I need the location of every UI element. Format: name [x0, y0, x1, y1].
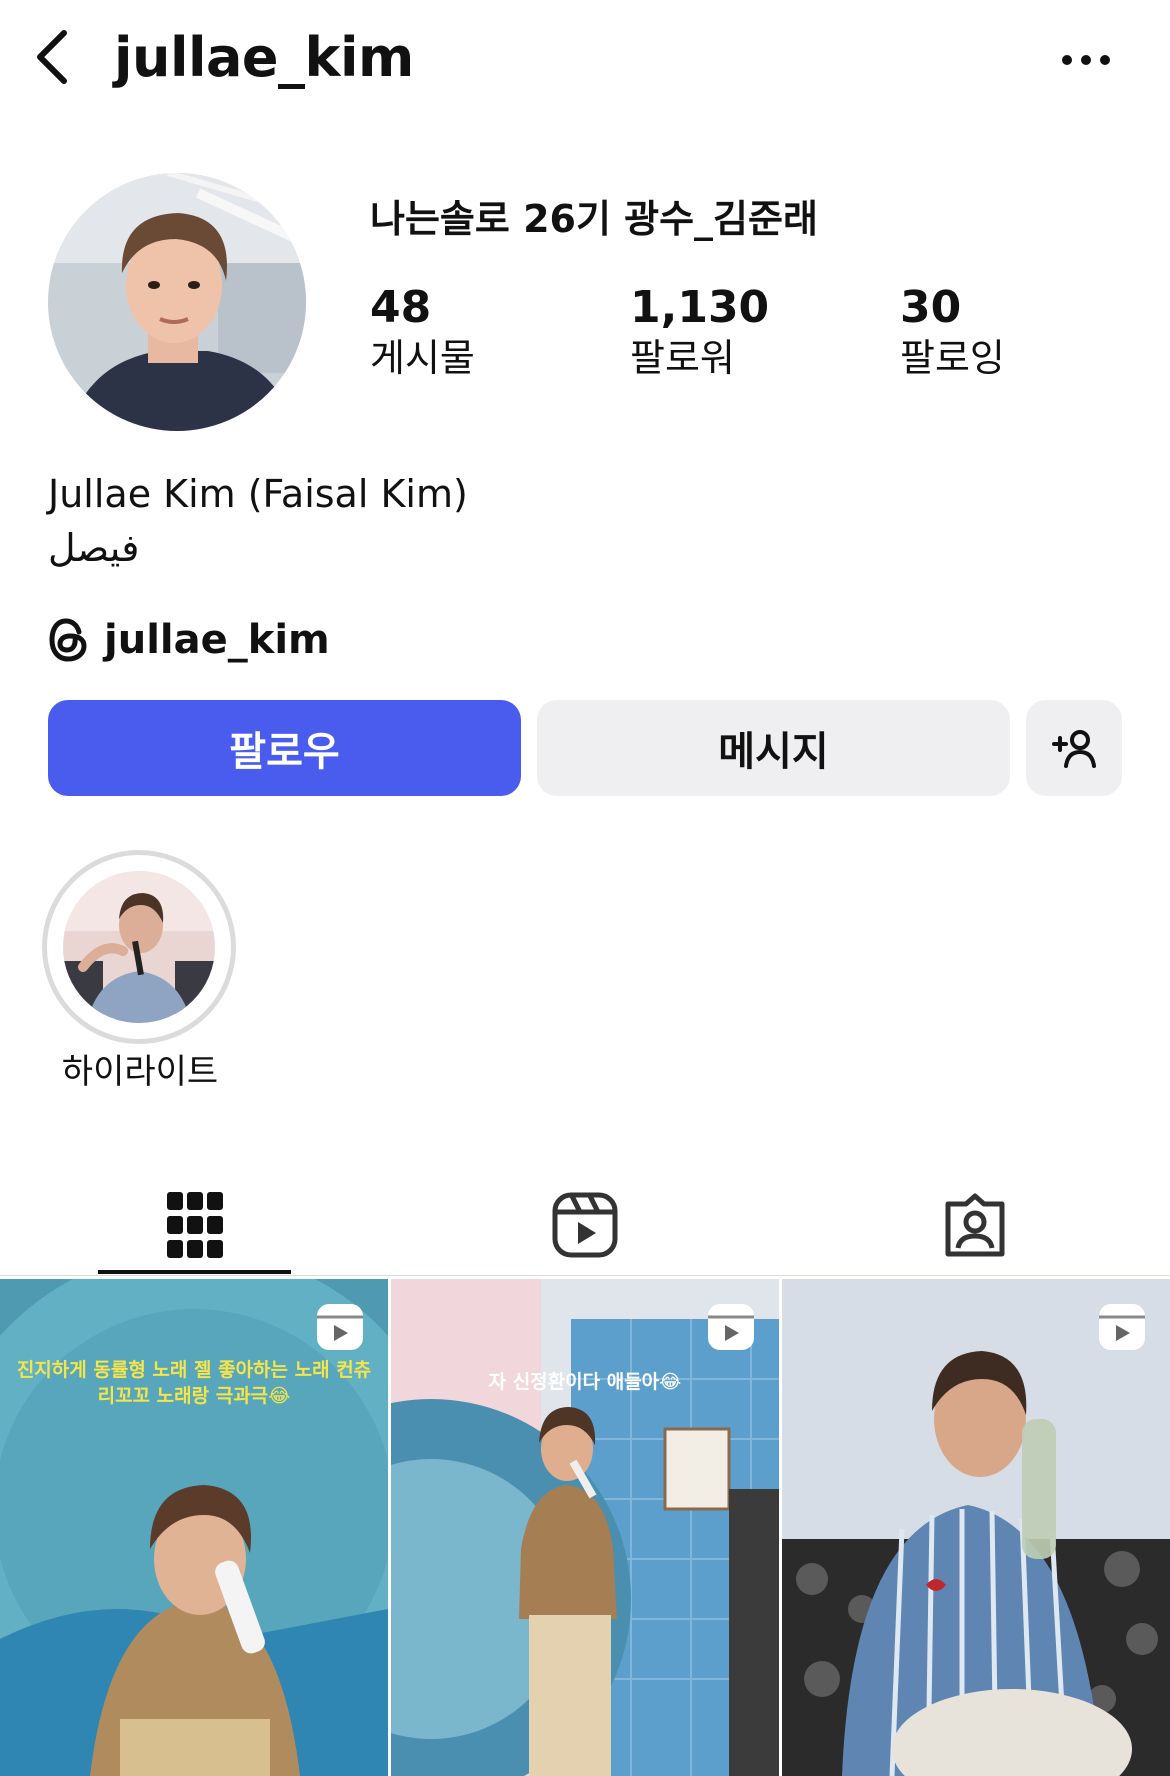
- message-button[interactable]: 메시지: [537, 700, 1010, 796]
- post-caption: 자 신정환이다 애들아😂: [488, 1371, 682, 1393]
- threads-link[interactable]: jullae_kim: [48, 612, 330, 668]
- followers-stat[interactable]: 1,130 팔로워: [630, 282, 769, 382]
- reels-icon: [552, 1192, 618, 1258]
- posts-count: 48: [370, 282, 432, 333]
- threads-handle: jullae_kim: [104, 617, 330, 663]
- tab-tagged[interactable]: [780, 1170, 1170, 1280]
- tab-posts-grid[interactable]: [0, 1170, 390, 1280]
- tab-reels[interactable]: [390, 1170, 780, 1280]
- followers-count: 1,130: [630, 282, 770, 333]
- highlight-thumbnail: [63, 871, 215, 1023]
- ellipsis-icon: [1062, 55, 1110, 65]
- more-options-button[interactable]: [1050, 30, 1122, 90]
- suggested-accounts-button[interactable]: [1026, 700, 1122, 796]
- profile-avatar[interactable]: [48, 173, 306, 431]
- back-button[interactable]: [22, 22, 82, 92]
- reel-badge-icon: [1099, 1304, 1145, 1350]
- following-label: 팔로잉: [900, 336, 1005, 380]
- profile-bio: فيصل: [48, 526, 140, 570]
- tab-divider: [0, 1275, 1170, 1276]
- story-highlight[interactable]: [42, 850, 236, 1044]
- threads-icon: [49, 618, 87, 662]
- following-stat[interactable]: 30 팔로잉: [900, 282, 1005, 382]
- add-person-icon: [1052, 730, 1096, 768]
- post-thumbnail[interactable]: 자 신정환이다 애들아😂: [391, 1279, 779, 1776]
- post-thumbnail[interactable]: [782, 1279, 1170, 1776]
- profile-display-name: 나는솔로 26기 광수_김준래: [370, 197, 818, 241]
- profile-username: jullae_kim: [114, 26, 414, 89]
- posts-stat: 48 게시물: [370, 282, 475, 382]
- post-thumbnail[interactable]: 진지하게 동률형 노래 젤 좋아하는 노래 컨츄 리꼬꼬 노래랑 극과극😂: [0, 1279, 388, 1776]
- reel-badge-icon: [317, 1304, 363, 1350]
- posts-label: 게시물: [370, 336, 475, 380]
- active-tab-indicator: [98, 1270, 291, 1274]
- grid-icon: [167, 1192, 223, 1258]
- reel-badge-icon: [708, 1304, 754, 1350]
- chevron-left-icon: [37, 30, 67, 84]
- follow-button[interactable]: 팔로우: [48, 700, 521, 796]
- tagged-icon: [945, 1193, 1005, 1257]
- post-caption: 진지하게 동률형 노래 젤 좋아하는 노래 컨츄 리꼬꼬 노래랑 극과극😂: [16, 1359, 372, 1407]
- highlight-label: 하이라이트: [61, 1052, 219, 1092]
- profile-full-name: Jullae Kim (Faisal Kim): [48, 472, 468, 516]
- followers-label: 팔로워: [630, 336, 735, 380]
- following-count: 30: [900, 282, 962, 333]
